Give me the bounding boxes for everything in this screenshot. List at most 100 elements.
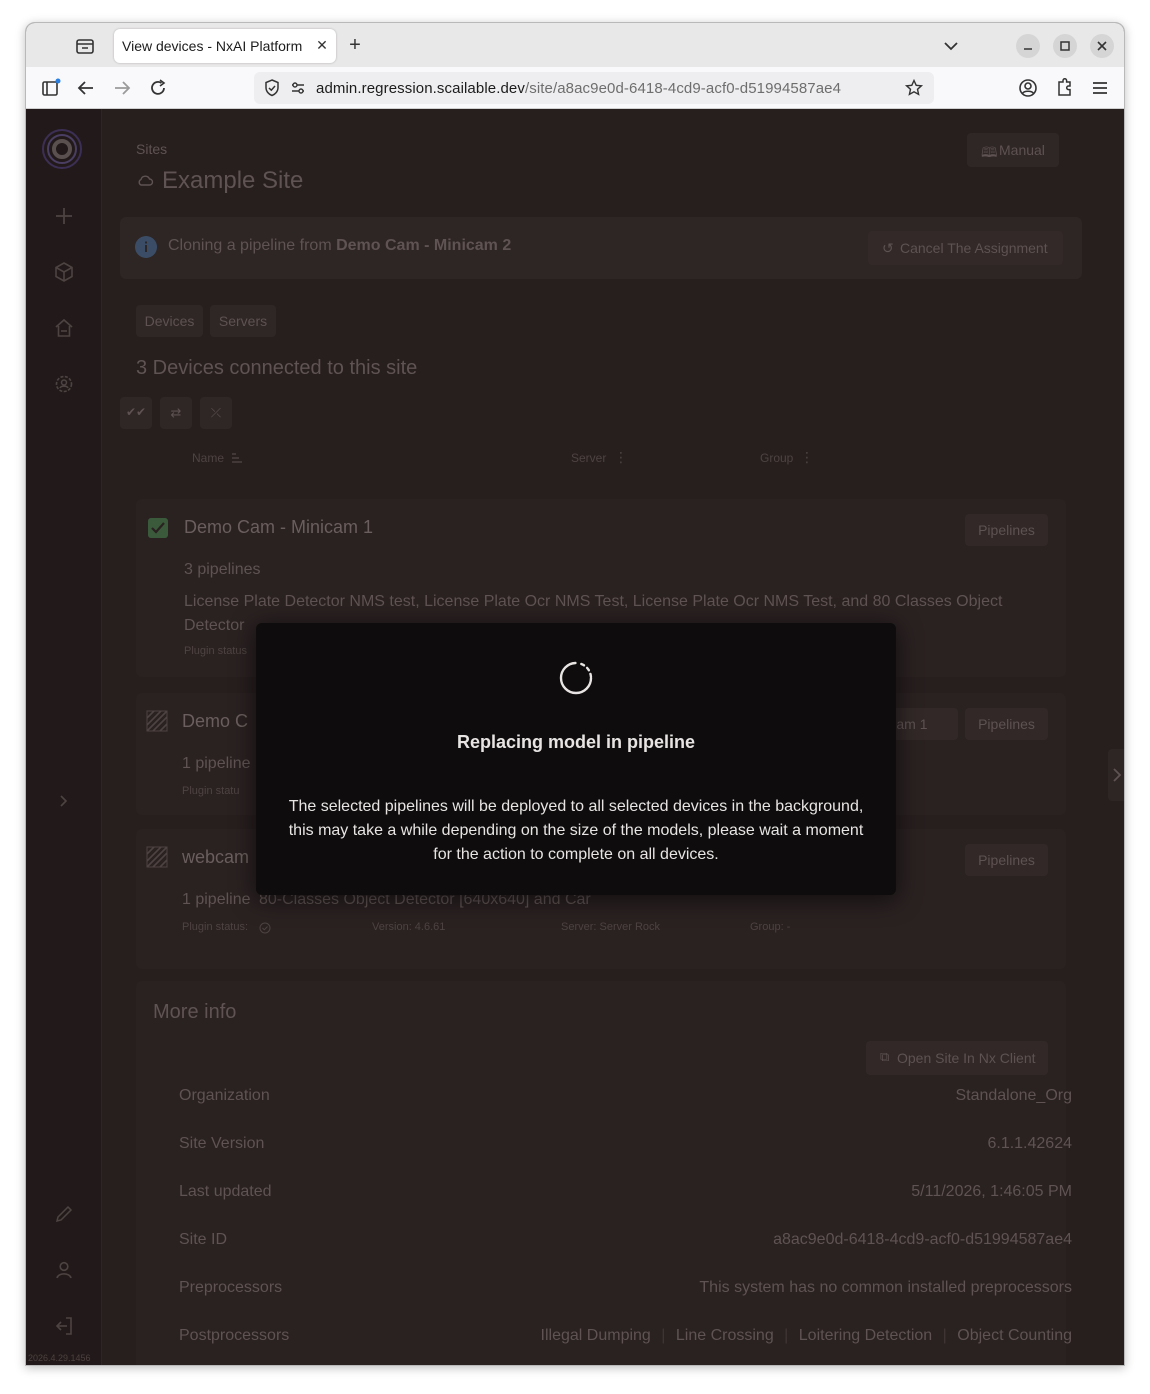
maximize-button[interactable]	[1053, 34, 1077, 58]
info-value: a8ac9e0d-6418-4cd9-acf0-d51994587ae4	[773, 1231, 1072, 1248]
postprocessor-item: Line Crossing	[675, 1327, 774, 1344]
info-row-organization: Organization Standalone_Org	[162, 1075, 1086, 1119]
plugin-status: Plugin status:	[182, 921, 249, 933]
select-all-button[interactable]: ✔✔	[120, 397, 152, 429]
back-icon[interactable]	[75, 77, 97, 99]
pipelines-count: 1 pipeline	[182, 755, 251, 772]
device-name: Demo C	[182, 711, 249, 731]
bookmark-star-icon[interactable]	[904, 78, 924, 98]
modal-title: Replacing model in pipeline	[456, 732, 696, 752]
tab-close-icon[interactable]: ✕	[314, 37, 330, 53]
app-version: 2026.4.29.1456	[28, 1353, 91, 1363]
minimize-icon	[1024, 48, 1032, 50]
browser-tab-active[interactable]: View devices - NxAI Platform ✕	[114, 29, 336, 63]
undo-icon: ↺	[882, 240, 894, 256]
clone-banner: Cloning a pipeline from Demo Cam - Minic…	[120, 217, 1082, 279]
pipelines-button-label: Pipelines	[978, 852, 1035, 868]
chevron-right-icon	[1113, 768, 1122, 782]
hatched-checkbox-icon[interactable]	[146, 846, 168, 868]
shield-icon[interactable]	[262, 78, 282, 98]
close-icon	[1097, 41, 1107, 51]
device-name: webcam	[182, 847, 250, 867]
info-row-preprocessors: Preprocessors This system has no common …	[162, 1267, 1086, 1311]
pipelines-button[interactable]: Pipelines	[965, 844, 1048, 876]
extensions-icon[interactable]	[1053, 77, 1075, 99]
settings-user-icon[interactable]	[53, 373, 75, 395]
maximize-icon	[1060, 41, 1070, 51]
account-icon[interactable]	[1017, 77, 1039, 99]
url-path: /site/a8ac9e0d-6418-4cd9-acf0-d51994587a…	[524, 80, 842, 97]
plugin-version: Version: 4.6.61	[372, 921, 446, 933]
separator: |	[942, 1327, 947, 1344]
info-row-site-version: Site Version 6.1.1.42624	[162, 1123, 1086, 1167]
column-group[interactable]: Group	[760, 451, 793, 465]
tab-list-icon[interactable]	[74, 35, 96, 57]
sidebar-toggle-icon[interactable]	[40, 77, 62, 99]
close-window-button[interactable]	[1090, 34, 1114, 58]
cancel-assignment-button[interactable]: ↺ Cancel The Assignment	[868, 231, 1063, 265]
url-host: admin.regression.scailable.dev	[316, 80, 525, 97]
browser-tab-bar: View devices - NxAI Platform ✕ +	[26, 23, 1124, 67]
logout-icon[interactable]	[53, 1315, 75, 1337]
postprocessor-list: Illegal Dumping | Line Crossing | Loiter…	[541, 1327, 1072, 1345]
manual-label: Manual	[999, 142, 1045, 158]
pipelines-list: License Plate Detector NMS test, License…	[184, 593, 1003, 610]
pipelines-button-label: Pipelines	[978, 522, 1035, 538]
banner-text: Cloning a pipeline from Demo Cam - Minic…	[168, 237, 511, 255]
reload-icon[interactable]	[147, 77, 169, 99]
open-site-label: Open Site In Nx Client	[897, 1050, 1036, 1066]
book-icon: 🕮	[981, 144, 998, 160]
modal-body: The selected pipelines will be deployed …	[288, 798, 864, 863]
site-permissions-icon[interactable]	[288, 78, 308, 98]
group-column-menu-icon[interactable]: ⋮	[800, 449, 814, 466]
device-server: Server: Server Rock	[561, 921, 661, 933]
home-icon[interactable]	[53, 317, 75, 339]
swap-icon: ⇄	[170, 405, 182, 420]
device-checkbox[interactable]	[148, 518, 168, 538]
pipelines-button[interactable]: Pipelines	[965, 514, 1048, 546]
pipelines-button[interactable]: Pipelines	[965, 708, 1048, 740]
server-column-menu-icon[interactable]: ⋮	[614, 449, 628, 466]
new-tab-icon[interactable]: +	[344, 35, 366, 57]
app-logo-icon[interactable]	[40, 127, 84, 171]
swap-button[interactable]: ⇄	[160, 397, 192, 429]
cancel-assignment-label: Cancel The Assignment	[900, 240, 1048, 256]
menu-icon[interactable]	[1089, 77, 1111, 99]
info-row-postprocessors: Postprocessors Illegal Dumping | Line Cr…	[162, 1315, 1086, 1359]
unlink-button[interactable]: ⤫	[200, 397, 232, 429]
info-value: Standalone_Org	[955, 1087, 1072, 1104]
expand-sidebar-icon[interactable]	[53, 790, 75, 812]
info-label: Preprocessors	[179, 1279, 283, 1296]
minimize-button[interactable]	[1016, 34, 1040, 58]
info-label: Last updated	[179, 1183, 272, 1200]
devices-heading: 3 Devices connected to this site	[136, 357, 418, 379]
plugin-status: Plugin statu	[182, 785, 240, 797]
add-icon[interactable]	[53, 205, 75, 227]
postprocessor-item: Object Counting	[957, 1327, 1072, 1344]
tab-devices-label: Devices	[144, 313, 195, 329]
hatched-checkbox-icon[interactable]	[146, 710, 168, 732]
right-panel-toggle[interactable]	[1108, 749, 1124, 801]
column-name[interactable]: Name	[192, 451, 224, 465]
info-label: Postprocessors	[179, 1327, 290, 1344]
chevron-down-icon[interactable]	[940, 35, 962, 57]
manual-button[interactable]: 🕮 Manual	[967, 133, 1059, 167]
open-site-nx-client-button[interactable]: ⧉ Open Site In Nx Client	[866, 1041, 1048, 1075]
status-check-icon	[259, 922, 271, 934]
tab-servers[interactable]: Servers	[210, 305, 276, 337]
info-value: 6.1.1.42624	[987, 1135, 1072, 1152]
double-check-icon: ✔✔	[125, 405, 147, 419]
cube-icon[interactable]	[53, 261, 75, 283]
page-title: Example Site	[162, 167, 304, 194]
sort-icon[interactable]	[230, 451, 244, 465]
pencil-icon[interactable]	[53, 1203, 75, 1225]
user-icon[interactable]	[53, 1259, 75, 1281]
pipelines-list-cont: Detector	[184, 617, 245, 634]
breadcrumb[interactable]: Sites	[136, 141, 167, 157]
address-bar[interactable]: admin.regression.scailable.dev/site/a8ac…	[254, 72, 934, 104]
check-icon	[151, 522, 165, 534]
banner-text-prefix: Cloning a pipeline from	[168, 237, 337, 254]
column-server[interactable]: Server	[571, 451, 606, 465]
forward-icon[interactable]	[111, 77, 133, 99]
tab-devices[interactable]: Devices	[136, 305, 203, 337]
